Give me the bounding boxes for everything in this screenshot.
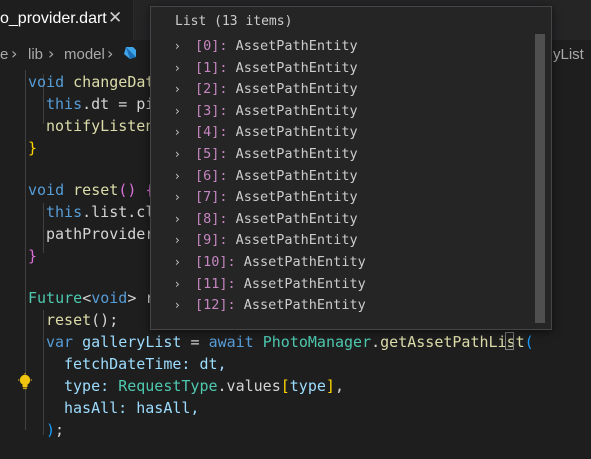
list-item-label: [5]: AssetPathEntity bbox=[195, 144, 358, 166]
item-value: AssetPathEntity bbox=[235, 124, 358, 141]
list-item-label: [0]: AssetPathEntity bbox=[195, 36, 358, 58]
item-value: AssetPathEntity bbox=[235, 59, 358, 76]
code-line: this.dt = pi bbox=[46, 95, 155, 113]
list-item[interactable]: › [10]: AssetPathEntity bbox=[151, 252, 531, 274]
list-item-label: [8]: AssetPathEntity bbox=[195, 209, 358, 231]
bracket-match-highlight bbox=[505, 332, 514, 350]
list-item-label: [7]: AssetPathEntity bbox=[195, 187, 358, 209]
item-value: AssetPathEntity bbox=[235, 102, 358, 119]
code-line: } bbox=[28, 247, 38, 265]
dart-icon bbox=[124, 47, 136, 59]
code-line: ); bbox=[46, 421, 65, 439]
breadcrumb-item-lib[interactable]: lib bbox=[28, 46, 43, 63]
debug-hover-widget[interactable]: List (13 items) › [0]: AssetPathEntity › [1… bbox=[150, 6, 552, 330]
item-value: AssetPathEntity bbox=[235, 232, 358, 249]
breadcrumb-item-model[interactable]: model bbox=[64, 46, 105, 63]
chevron-right-icon[interactable]: › bbox=[175, 144, 180, 166]
breadcrumb-separator: › bbox=[48, 44, 55, 63]
editor-tab[interactable]: o_provider.dart ✕ bbox=[0, 0, 134, 40]
list-item-label: [3]: AssetPathEntity bbox=[195, 101, 358, 123]
code-line: reset(); bbox=[46, 311, 119, 329]
code-line: void reset() { bbox=[28, 181, 155, 199]
item-value: AssetPathEntity bbox=[235, 210, 358, 227]
chevron-right-icon[interactable]: › bbox=[175, 166, 180, 188]
item-index: [3]: bbox=[195, 102, 228, 119]
list-item-label: [2]: AssetPathEntity bbox=[195, 79, 358, 101]
item-index: [2]: bbox=[195, 81, 228, 98]
item-index: [12]: bbox=[195, 297, 236, 314]
list-item-label: [1]: AssetPathEntity bbox=[195, 58, 358, 80]
code-line: type: RequestType.values[type], bbox=[64, 377, 344, 395]
list-item-label: [11]: AssetPathEntity bbox=[195, 274, 366, 296]
list-item-label: [9]: AssetPathEntity bbox=[195, 230, 358, 252]
list-item[interactable]: › [12]: AssetPathEntity bbox=[151, 295, 531, 317]
item-index: [1]: bbox=[195, 59, 228, 76]
indent-guide bbox=[43, 310, 44, 435]
item-value: AssetPathEntity bbox=[243, 275, 366, 292]
list-item[interactable]: › [11]: AssetPathEntity bbox=[151, 274, 531, 296]
chevron-right-icon[interactable]: › bbox=[175, 36, 180, 58]
hover-title: List (13 items) bbox=[175, 14, 293, 29]
breadcrumb-item-symbol[interactable]: yList bbox=[553, 46, 584, 63]
chevron-right-icon[interactable]: › bbox=[175, 79, 180, 101]
item-value: AssetPathEntity bbox=[243, 254, 366, 270]
item-index: [11]: bbox=[195, 275, 236, 292]
indent-guide bbox=[43, 203, 44, 253]
code-line: pathProvider bbox=[46, 225, 155, 243]
chevron-right-icon[interactable]: › bbox=[175, 230, 180, 252]
code-line: void changeDat bbox=[28, 73, 155, 91]
list-item[interactable]: › [6]: AssetPathEntity bbox=[151, 166, 531, 188]
lightbulb-icon[interactable] bbox=[17, 373, 33, 391]
breadcrumb-separator: › bbox=[11, 44, 18, 63]
item-index: [5]: bbox=[195, 146, 228, 162]
list-item-label: [10]: AssetPathEntity bbox=[195, 252, 366, 274]
list-item[interactable]: › [3]: AssetPathEntity bbox=[151, 101, 531, 123]
list-item[interactable]: › [8]: AssetPathEntity bbox=[151, 209, 531, 231]
code-line: notifyListen bbox=[46, 117, 155, 135]
item-index: [9]: bbox=[195, 232, 228, 249]
list-item-label: [6]: AssetPathEntity bbox=[195, 166, 358, 188]
item-index: [7]: bbox=[195, 189, 228, 206]
scrollbar-thumb[interactable] bbox=[535, 34, 545, 323]
breadcrumb-separator: › bbox=[107, 44, 114, 63]
chevron-right-icon[interactable]: › bbox=[175, 295, 180, 317]
code-line: this.list.cl bbox=[46, 203, 155, 221]
list-item[interactable]: › [9]: AssetPathEntity bbox=[151, 230, 531, 252]
chevron-right-icon[interactable]: › bbox=[175, 187, 180, 209]
code-line: } bbox=[28, 139, 38, 157]
item-index: [0]: bbox=[195, 38, 228, 54]
item-value: AssetPathEntity bbox=[235, 81, 358, 98]
item-value: AssetPathEntity bbox=[243, 297, 366, 314]
list-item[interactable]: › [7]: AssetPathEntity bbox=[151, 187, 531, 209]
code-line: var galleryList = await PhotoManager.get… bbox=[46, 333, 534, 351]
chevron-right-icon[interactable]: › bbox=[175, 274, 180, 296]
chevron-right-icon[interactable]: › bbox=[175, 122, 180, 144]
item-value: AssetPathEntity bbox=[235, 167, 358, 184]
chevron-right-icon[interactable]: › bbox=[175, 209, 180, 231]
chevron-right-icon[interactable]: › bbox=[175, 58, 180, 80]
list-item[interactable]: › [2]: AssetPathEntity bbox=[151, 79, 531, 101]
list-item[interactable]: › [0]: AssetPathEntity bbox=[151, 36, 531, 58]
item-index: [6]: bbox=[195, 167, 228, 184]
close-icon[interactable]: ✕ bbox=[108, 8, 122, 28]
list-item[interactable]: › [1]: AssetPathEntity bbox=[151, 58, 531, 80]
list-item[interactable]: › [4]: AssetPathEntity bbox=[151, 122, 531, 144]
breadcrumb-item-e[interactable]: e bbox=[0, 46, 8, 63]
code-line: Future<void> r bbox=[28, 289, 155, 307]
tab-title[interactable]: o_provider.dart bbox=[0, 10, 107, 28]
item-value: AssetPathEntity bbox=[235, 146, 358, 162]
item-index: [10]: bbox=[195, 254, 236, 270]
item-index: [8]: bbox=[195, 210, 228, 227]
chevron-right-icon[interactable]: › bbox=[175, 101, 180, 123]
list-item[interactable]: › [5]: AssetPathEntity bbox=[151, 144, 531, 166]
chevron-right-icon[interactable]: › bbox=[175, 252, 180, 274]
code-line: hasAll: hasAll, bbox=[64, 399, 200, 417]
item-value: AssetPathEntity bbox=[235, 189, 358, 206]
list-item-label: [12]: AssetPathEntity bbox=[195, 295, 366, 317]
item-value: AssetPathEntity bbox=[235, 38, 358, 54]
item-index: [4]: bbox=[195, 124, 228, 141]
code-line: fetchDateTime: dt, bbox=[64, 355, 227, 373]
list-item-label: [4]: AssetPathEntity bbox=[195, 122, 358, 144]
